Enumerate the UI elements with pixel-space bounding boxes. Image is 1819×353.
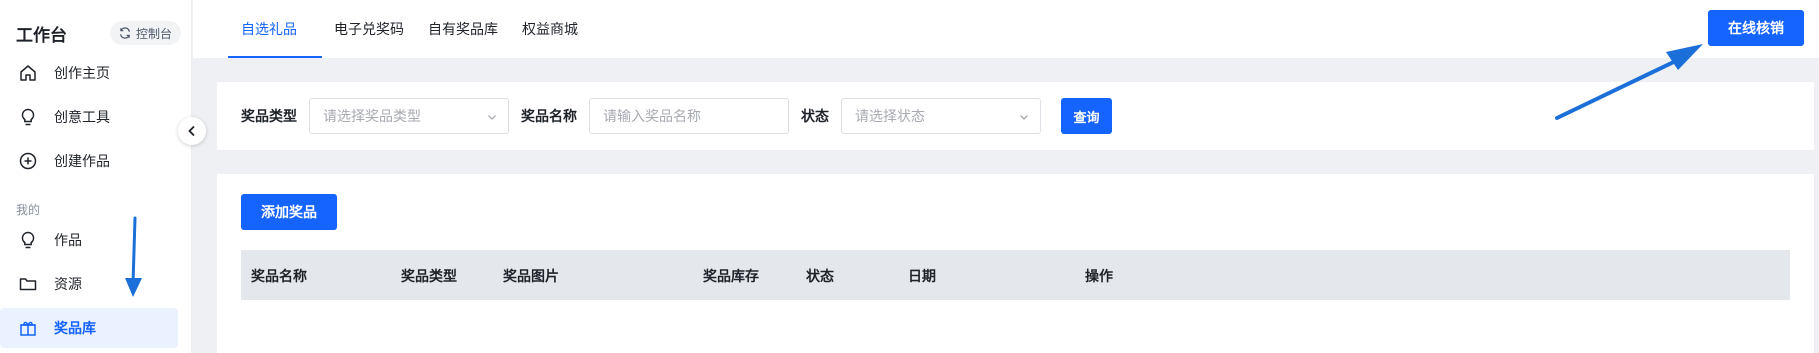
prize-type-label: 奖品类型 — [241, 109, 297, 125]
tab-electronic-codes[interactable]: 电子兑奖码 — [334, 0, 404, 58]
sidebar-item-works[interactable]: 作品 — [0, 220, 178, 260]
sidebar-item-label: 创作主页 — [54, 66, 110, 82]
sidebar-item-label: 资源 — [54, 277, 82, 293]
sidebar-item-label: 作品 — [54, 233, 82, 249]
table-header: 奖品名称 奖品类型 奖品图片 奖品库存 状态 日期 操作 — [241, 250, 1790, 300]
prize-name-input[interactable]: 请输入奖品名称 — [589, 98, 789, 134]
workspace-title: 工作台 — [16, 25, 67, 46]
sidebar-header: 工作台 控制台 — [16, 20, 181, 46]
column-header: 日期 — [908, 269, 936, 285]
sidebar-item-creative-tools[interactable]: 创意工具 — [0, 97, 178, 137]
folder-icon — [18, 274, 38, 294]
sidebar-item-label: 奖品库 — [54, 321, 96, 337]
sidebar: 工作台 控制台 创作主页 创意工具 创建作品 我的 作品 资源 奖品库 — [0, 0, 192, 353]
query-button[interactable]: 查询 — [1061, 98, 1112, 134]
status-placeholder: 请选择状态 — [855, 109, 925, 125]
sidebar-item-label: 创意工具 — [54, 110, 110, 126]
console-label: 控制台 — [135, 26, 172, 41]
chevron-down-icon — [1020, 115, 1028, 120]
status-select[interactable]: 请选择状态 — [841, 98, 1041, 134]
prize-table-panel: 添加奖品 奖品名称 奖品类型 奖品图片 奖品库存 状态 日期 操作 — [217, 174, 1814, 353]
sidebar-item-create-work[interactable]: 创建作品 — [0, 141, 178, 181]
lightbulb-icon — [18, 107, 38, 127]
prize-name-placeholder: 请输入奖品名称 — [603, 109, 701, 125]
lightbulb-icon — [18, 230, 38, 250]
filter-panel: 奖品类型 请选择奖品类型 奖品名称 请输入奖品名称 状态 请选择状态 查询 — [217, 82, 1814, 150]
column-header: 奖品库存 — [703, 269, 759, 285]
gift-icon — [18, 318, 38, 338]
plus-circle-icon — [18, 151, 38, 171]
refresh-icon — [120, 27, 130, 39]
console-button[interactable]: 控制台 — [109, 21, 181, 45]
sidebar-item-label: 创建作品 — [54, 154, 110, 170]
tab-selected-gifts[interactable]: 自选礼品 — [241, 0, 297, 58]
top-tab-bar: 自选礼品 电子兑奖码 自有奖品库 权益商城 在线核销 — [193, 0, 1819, 58]
chevron-down-icon — [488, 115, 496, 120]
chevron-left-icon — [188, 125, 195, 137]
prize-type-select[interactable]: 请选择奖品类型 — [309, 98, 509, 134]
sidebar-item-creation-home[interactable]: 创作主页 — [0, 53, 178, 93]
column-header: 奖品图片 — [503, 269, 559, 285]
column-header: 状态 — [806, 269, 834, 285]
online-verify-button[interactable]: 在线核销 — [1708, 10, 1804, 46]
prize-name-label: 奖品名称 — [521, 109, 577, 125]
prize-type-placeholder: 请选择奖品类型 — [323, 109, 421, 125]
tab-own-prize-library[interactable]: 自有奖品库 — [428, 0, 498, 58]
status-label: 状态 — [801, 109, 829, 125]
sidebar-item-resources[interactable]: 资源 — [0, 264, 178, 304]
section-label-mine: 我的 — [16, 203, 41, 217]
column-header: 操作 — [1085, 269, 1113, 285]
add-prize-button[interactable]: 添加奖品 — [241, 194, 337, 230]
collapse-sidebar-button[interactable] — [178, 117, 206, 145]
sidebar-item-prize-library[interactable]: 奖品库 — [0, 308, 178, 348]
home-icon — [18, 63, 38, 83]
column-header: 奖品类型 — [401, 269, 457, 285]
tab-benefits-mall[interactable]: 权益商城 — [522, 0, 578, 58]
column-header: 奖品名称 — [251, 269, 307, 285]
active-tab-indicator — [228, 56, 322, 58]
